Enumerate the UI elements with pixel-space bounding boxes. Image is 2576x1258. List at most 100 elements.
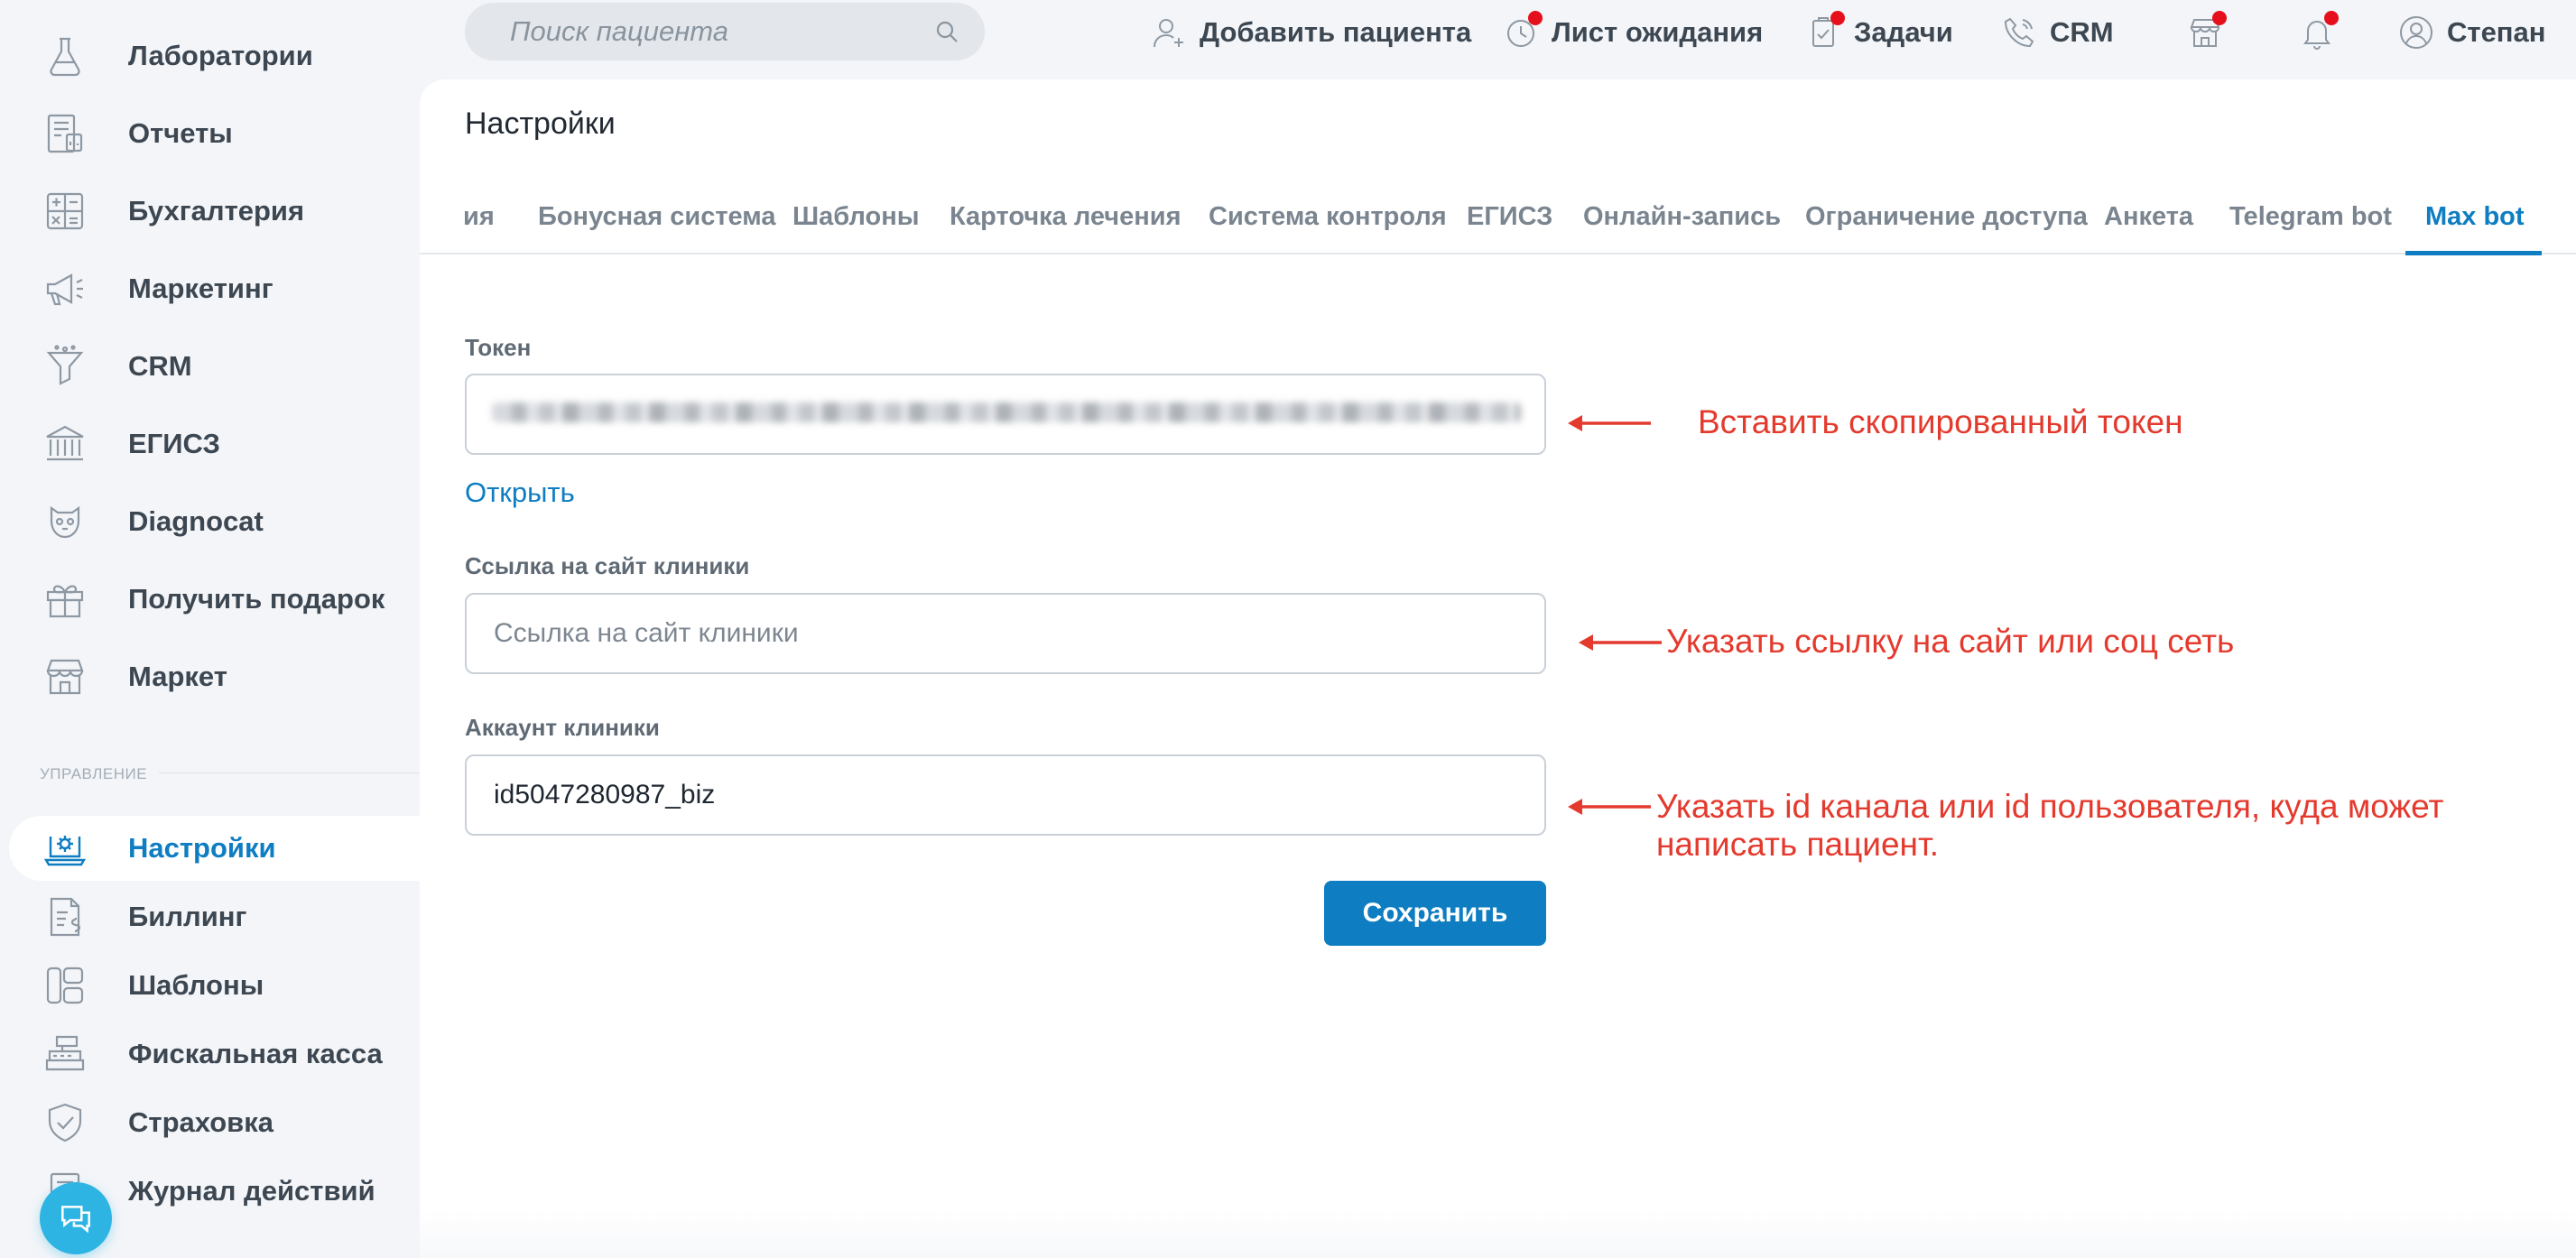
sidebar-item-label: Лаборатории <box>128 40 313 71</box>
site-link-label: Ссылка на сайт клиники <box>465 552 750 579</box>
sidebar-item-label: Настройки <box>128 832 276 864</box>
open-link[interactable]: Открыть <box>465 476 575 509</box>
sidebar-item-reports[interactable]: Отчеты <box>0 101 420 166</box>
section-divider <box>159 772 420 773</box>
sidebar-item-label: Журнал действий <box>128 1175 375 1207</box>
waiting-list-label: Лист ожидания <box>1552 16 1764 48</box>
tab-egisz[interactable]: ЕГИСЗ <box>1467 197 1552 254</box>
tab-online-booking[interactable]: Онлайн-запись <box>1583 197 1781 254</box>
account-label: Аккаунт клиники <box>465 714 660 741</box>
sidebar-item-label: Фискальная касса <box>128 1038 383 1069</box>
tasks-label: Задачи <box>1854 16 1953 48</box>
sidebar-item-label: Получить подарок <box>128 583 385 615</box>
megaphone-icon <box>40 265 90 312</box>
sidebar-item-label: Diagnocat <box>128 505 264 537</box>
store-icon <box>2187 11 2227 51</box>
tasks-button[interactable]: Задачи <box>1805 0 1953 65</box>
patient-search <box>465 3 985 60</box>
store-button[interactable] <box>2187 0 2236 65</box>
notification-dot <box>2324 11 2339 25</box>
tab-telegram-bot[interactable]: Telegram bot <box>2229 197 2392 254</box>
calculator-icon <box>40 188 90 235</box>
settings-tabs: ия Бонусная система Шаблоны Карточка леч… <box>420 197 2576 255</box>
patient-search-input[interactable] <box>465 3 985 60</box>
cash-register-icon <box>40 1031 90 1078</box>
support-chat-button[interactable] <box>40 1182 112 1254</box>
sidebar-item-diagnocat[interactable]: Diagnocat <box>0 489 420 554</box>
waiting-list-button[interactable]: Лист ожидания <box>1503 0 1763 65</box>
search-icon[interactable] <box>934 19 959 44</box>
token-hint: Вставить скопированный токен <box>1698 403 2183 440</box>
sidebar: Лаборатории Отчеты Бухгалтерия Маркетинг… <box>0 0 420 1258</box>
phone-icon <box>2001 14 2037 51</box>
clock-icon <box>1503 11 1543 51</box>
token-label: Токен <box>465 334 532 361</box>
sidebar-item-market[interactable]: Маркет <box>0 644 420 709</box>
bank-icon <box>40 421 90 467</box>
sidebar-item-get-gift[interactable]: Получить подарок <box>0 567 420 632</box>
annotation-arrow <box>1568 799 1651 815</box>
sidebar-item-label: ЕГИСЗ <box>128 428 220 459</box>
user-name: Степан <box>2447 16 2546 48</box>
active-tab-indicator <box>2405 251 2542 255</box>
sidebar-item-laboratories[interactable]: Лаборатории <box>0 23 420 88</box>
sidebar-item-templates[interactable]: Шаблоны <box>0 953 420 1018</box>
funnel-icon <box>40 343 90 390</box>
notifications-button[interactable] <box>2299 0 2348 65</box>
sidebar-item-egisz[interactable]: ЕГИСЗ <box>0 412 420 476</box>
add-user-icon <box>1151 14 1187 51</box>
token-blurred-value <box>492 402 1521 422</box>
tab-treatment-card[interactable]: Карточка лечения <box>950 197 1181 254</box>
add-patient-button[interactable]: Добавить пациента <box>1151 0 1471 65</box>
tab-control-system[interactable]: Система контроля <box>1209 197 1447 254</box>
user-menu[interactable]: Степан <box>2398 0 2546 65</box>
save-button[interactable]: Сохранить <box>1324 881 1546 946</box>
bottom-fade <box>420 1209 2576 1258</box>
account-input[interactable] <box>465 754 1546 836</box>
gift-icon <box>40 576 90 623</box>
sidebar-item-label: CRM <box>128 350 192 382</box>
store-icon <box>40 653 90 700</box>
sidebar-item-label: Маркетинг <box>128 273 273 304</box>
account-hint-line-2: написать пациент. <box>1656 826 1940 863</box>
site-hint: Указать ссылку на сайт или соц сеть <box>1666 623 2235 660</box>
sidebar-item-insurance[interactable]: Страховка <box>0 1090 420 1155</box>
tab-questionnaire[interactable]: Анкета <box>2104 197 2193 254</box>
sidebar-item-settings[interactable]: Настройки <box>9 816 420 881</box>
bell-icon <box>2299 11 2339 51</box>
sidebar-item-marketing[interactable]: Маркетинг <box>0 256 420 321</box>
templates-icon <box>40 962 90 1009</box>
crm-button[interactable]: CRM <box>2001 0 2114 65</box>
settings-laptop-icon <box>40 825 90 872</box>
shield-check-icon <box>40 1099 90 1146</box>
sidebar-item-label: Маркет <box>128 661 227 692</box>
site-link-input[interactable] <box>465 593 1546 674</box>
tab-max-bot[interactable]: Max bot <box>2425 197 2525 254</box>
account-hint-line-1: Указать id канала или id пользователя, к… <box>1656 788 2444 825</box>
notification-dot <box>2212 11 2227 25</box>
page-title: Настройки <box>465 106 616 141</box>
annotation-arrow <box>1579 634 1662 651</box>
flask-icon <box>40 32 90 79</box>
settings-panel: Настройки ия Бонусная система Шаблоны Ка… <box>420 79 2576 1258</box>
crm-label: CRM <box>2050 16 2114 48</box>
sidebar-item-label: Шаблоны <box>128 969 264 1001</box>
billing-icon <box>40 893 90 940</box>
tab-bonus-system[interactable]: Бонусная система <box>538 197 775 254</box>
topbar: Добавить пациента Лист ожидания Задачи C… <box>420 0 2576 79</box>
sidebar-item-billing[interactable]: Биллинг <box>0 884 420 949</box>
notification-dot <box>1830 11 1845 25</box>
user-avatar-icon <box>2398 14 2434 51</box>
tab-cut-off[interactable]: ия <box>463 197 495 254</box>
diagnocat-icon <box>40 498 90 545</box>
tab-access-restriction[interactable]: Ограничение доступа <box>1805 197 2088 254</box>
sidebar-item-crm[interactable]: CRM <box>0 334 420 399</box>
report-icon <box>40 110 90 157</box>
notification-dot <box>1528 11 1543 25</box>
chat-bubbles-icon <box>61 1206 90 1234</box>
tab-templates[interactable]: Шаблоны <box>792 197 920 254</box>
sidebar-item-label: Бухгалтерия <box>128 195 305 227</box>
sidebar-item-label: Биллинг <box>128 901 247 932</box>
sidebar-item-fiscal-register[interactable]: Фискальная касса <box>0 1022 420 1087</box>
sidebar-item-accounting[interactable]: Бухгалтерия <box>0 179 420 244</box>
